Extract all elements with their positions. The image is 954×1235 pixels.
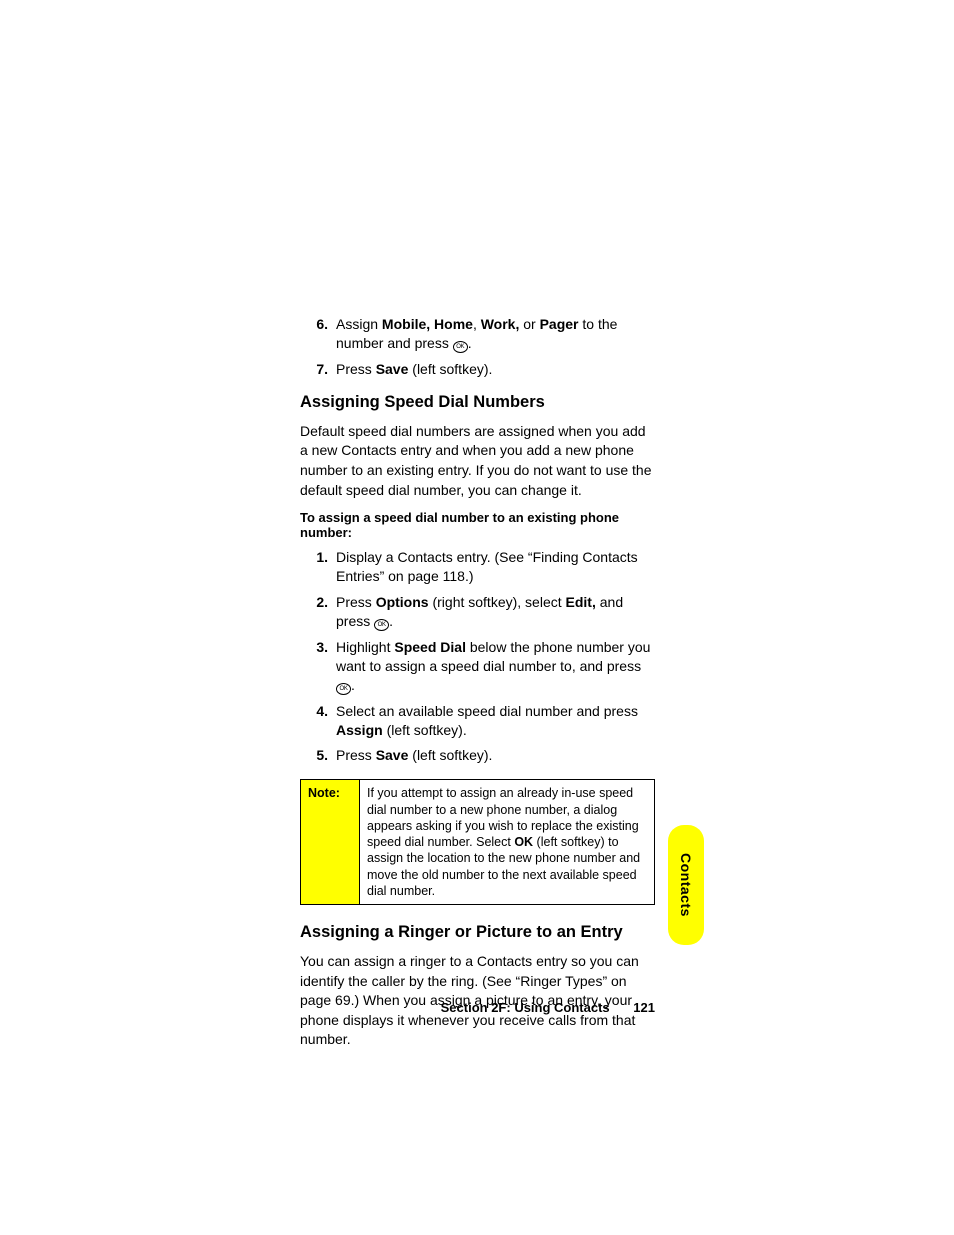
step-number: 6. [300,315,336,353]
steps-top: 6.Assign Mobile, Home, Work, or Pager to… [300,315,655,379]
step-text: Display a Contacts entry. (See “Finding … [336,548,655,586]
step-item: 7.Press Save (left softkey). [300,360,655,379]
step-number: 7. [300,360,336,379]
step-text: Select an available speed dial number an… [336,702,655,740]
side-tab-contacts: Contacts [668,825,704,945]
step-number: 3. [300,638,336,695]
step-number: 2. [300,593,336,631]
page-footer: Section 2F: Using Contacts 121 [300,1000,655,1015]
step-number: 5. [300,746,336,765]
step-item: 6.Assign Mobile, Home, Work, or Pager to… [300,315,655,353]
step-text: Assign Mobile, Home, Work, or Pager to t… [336,315,655,353]
ok-key-icon: OK [336,683,351,695]
paragraph-speed-dial-intro: Default speed dial numbers are assigned … [300,422,655,500]
footer-page-number: 121 [633,1000,655,1015]
step-item: 4.Select an available speed dial number … [300,702,655,740]
note-box: Note: If you attempt to assign an alread… [300,779,655,905]
steps-speed-dial: 1.Display a Contacts entry. (See “Findin… [300,548,655,765]
step-number: 1. [300,548,336,586]
side-tab-label: Contacts [678,853,694,917]
note-label: Note: [301,780,360,905]
heading-ringer-picture: Assigning a Ringer or Picture to an Entr… [300,923,655,942]
step-text: Press Save (left softkey). [336,746,655,765]
footer-section: Section 2F: Using Contacts [441,1000,610,1015]
lead-assign-speed-dial: To assign a speed dial number to an exis… [300,510,655,540]
step-item: 3.Highlight Speed Dial below the phone n… [300,638,655,695]
note-body: If you attempt to assign an already in-u… [360,780,655,905]
step-number: 4. [300,702,336,740]
step-item: 5.Press Save (left softkey). [300,746,655,765]
step-text: Press Save (left softkey). [336,360,655,379]
step-item: 1.Display a Contacts entry. (See “Findin… [300,548,655,586]
step-text: Press Options (right softkey), select Ed… [336,593,655,631]
heading-speed-dial: Assigning Speed Dial Numbers [300,393,655,412]
step-item: 2.Press Options (right softkey), select … [300,593,655,631]
ok-key-icon: OK [453,341,468,353]
step-text: Highlight Speed Dial below the phone num… [336,638,655,695]
ok-key-icon: OK [374,619,389,631]
